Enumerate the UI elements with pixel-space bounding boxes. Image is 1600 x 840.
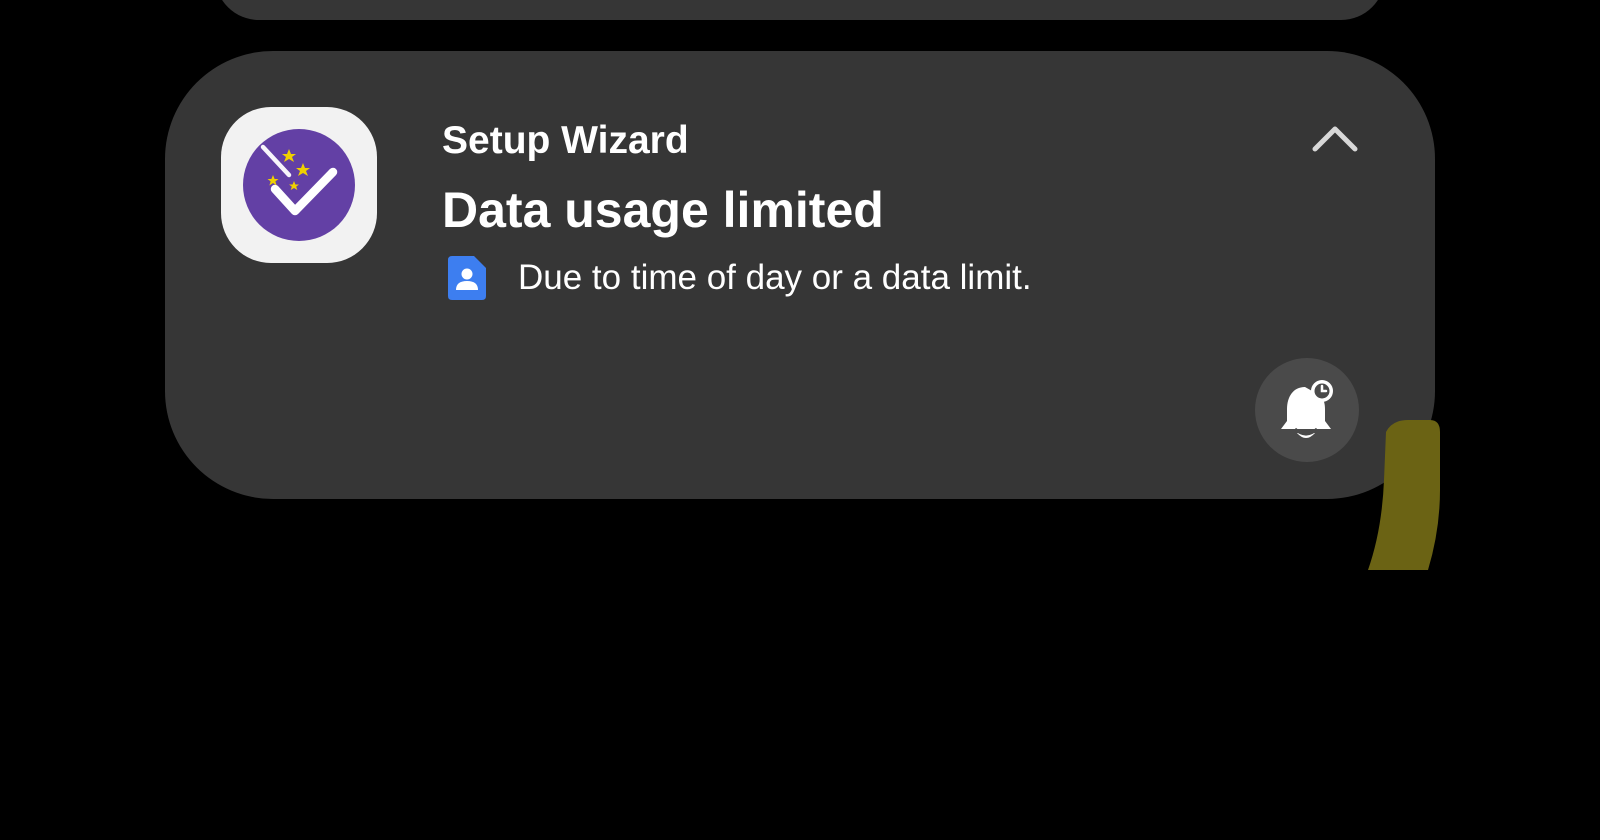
notification-body-text: Due to time of day or a data limit.: [518, 258, 1032, 297]
setup-wizard-check-icon: [243, 129, 355, 241]
sim-card-contact-icon: [444, 254, 488, 302]
notification-shade: Setup Wizard Data usage limited Due to t…: [0, 0, 1600, 840]
snooze-button[interactable]: [1255, 358, 1359, 462]
edge-handle-stroke: [1368, 420, 1440, 570]
bell-snooze-icon: [1281, 380, 1333, 438]
collapse-button[interactable]: [1305, 115, 1365, 161]
notification-title: Data usage limited: [442, 182, 884, 238]
setup-wizard-app-icon: [221, 107, 377, 263]
chevron-up-icon: [1312, 126, 1358, 152]
notification-card[interactable]: Setup Wizard Data usage limited Due to t…: [165, 51, 1435, 499]
previous-notification-card[interactable]: [215, 0, 1385, 20]
notification-body-row: Due to time of day or a data limit.: [444, 254, 1032, 302]
notification-app-name: Setup Wizard: [442, 119, 689, 162]
